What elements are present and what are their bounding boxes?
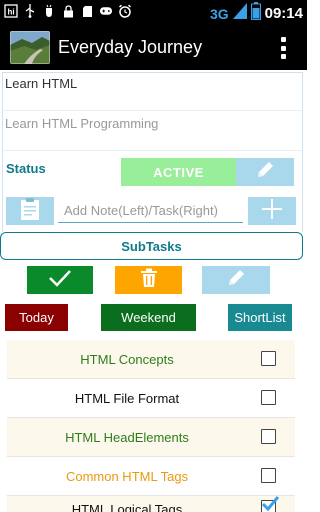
title-value: Learn HTML <box>5 76 78 91</box>
sd-card-icon <box>80 3 94 19</box>
task-label: HTML Concepts <box>80 351 174 367</box>
shortlist-button[interactable]: ShortList <box>228 304 292 331</box>
status-label: Status <box>6 161 46 176</box>
list-item[interactable]: HTML Concepts <box>7 340 295 379</box>
list-item[interactable]: HTML File Format <box>7 379 295 418</box>
app-title: Everyday Journey <box>58 37 203 57</box>
lock-icon <box>61 3 75 19</box>
trash-icon <box>140 268 157 293</box>
hi-app-icon: hi <box>4 3 18 19</box>
description-value: Learn HTML Programming <box>5 116 159 131</box>
usb-icon <box>23 3 37 19</box>
title-field[interactable]: Learn HTML <box>2 72 303 110</box>
task-checkbox[interactable] <box>261 390 276 405</box>
clipboard-icon <box>20 197 40 226</box>
task-label: HTML Logical Tags <box>71 502 183 512</box>
gamepad-icon <box>99 3 113 19</box>
task-detail: Learn HTML Learn HTML Programming Status… <box>0 70 307 512</box>
weekend-button[interactable]: Weekend <box>101 304 196 331</box>
alarm-icon <box>118 3 132 19</box>
signal-icon <box>232 3 247 24</box>
note-row <box>2 192 303 232</box>
task-checkbox[interactable] <box>261 496 279 512</box>
action-bar: Everyday Journey <box>0 25 307 70</box>
system-status: 3G 09:14 <box>210 2 303 25</box>
usb-debug-icon <box>42 3 56 19</box>
list-item[interactable]: HTML Logical Tags <box>7 496 295 512</box>
task-label: HTML File Format <box>74 390 180 406</box>
pencil-icon <box>254 159 276 186</box>
today-button[interactable]: Today <box>5 304 68 331</box>
delete-button[interactable] <box>115 266 182 294</box>
clock: 09:14 <box>264 5 303 22</box>
checkmark-icon <box>261 496 279 512</box>
subtask-actions <box>0 265 307 295</box>
app-logo[interactable] <box>10 31 50 64</box>
list-item[interactable]: HTML HeadElements <box>7 418 295 457</box>
checkmark-icon <box>48 269 72 292</box>
status-row: Status ACTIVE <box>2 150 303 192</box>
overflow-menu-icon[interactable] <box>281 37 287 59</box>
network-type: 3G <box>209 5 229 22</box>
list-item[interactable]: Common HTML Tags <box>7 457 295 496</box>
edit-subtask-button[interactable] <box>202 266 270 294</box>
task-checkbox[interactable] <box>261 429 276 444</box>
edit-status-button[interactable] <box>236 158 294 186</box>
svg-text:hi: hi <box>7 8 14 17</box>
notification-icons: hi <box>4 3 132 19</box>
task-checkbox[interactable] <box>261 351 276 366</box>
subtasks-button[interactable]: SubTasks <box>0 232 303 260</box>
description-field[interactable]: Learn HTML Programming <box>2 110 303 150</box>
task-checkbox[interactable] <box>261 468 276 483</box>
plus-icon <box>261 198 283 225</box>
pencil-icon <box>225 267 247 294</box>
status-bar: hi 3G 09:14 <box>0 0 307 25</box>
task-label: Common HTML Tags <box>65 468 189 484</box>
add-task-button[interactable] <box>248 197 296 225</box>
task-label: HTML HeadElements <box>65 429 189 445</box>
add-note-button[interactable] <box>6 197 54 225</box>
note-task-input[interactable] <box>58 199 243 223</box>
battery-icon <box>250 2 261 25</box>
subtask-list: HTML Concepts HTML File Format HTML Head… <box>7 340 295 512</box>
filter-row: Today Weekend ShortList <box>0 304 307 332</box>
complete-button[interactable] <box>27 266 93 294</box>
status-button[interactable]: ACTIVE <box>121 158 236 186</box>
